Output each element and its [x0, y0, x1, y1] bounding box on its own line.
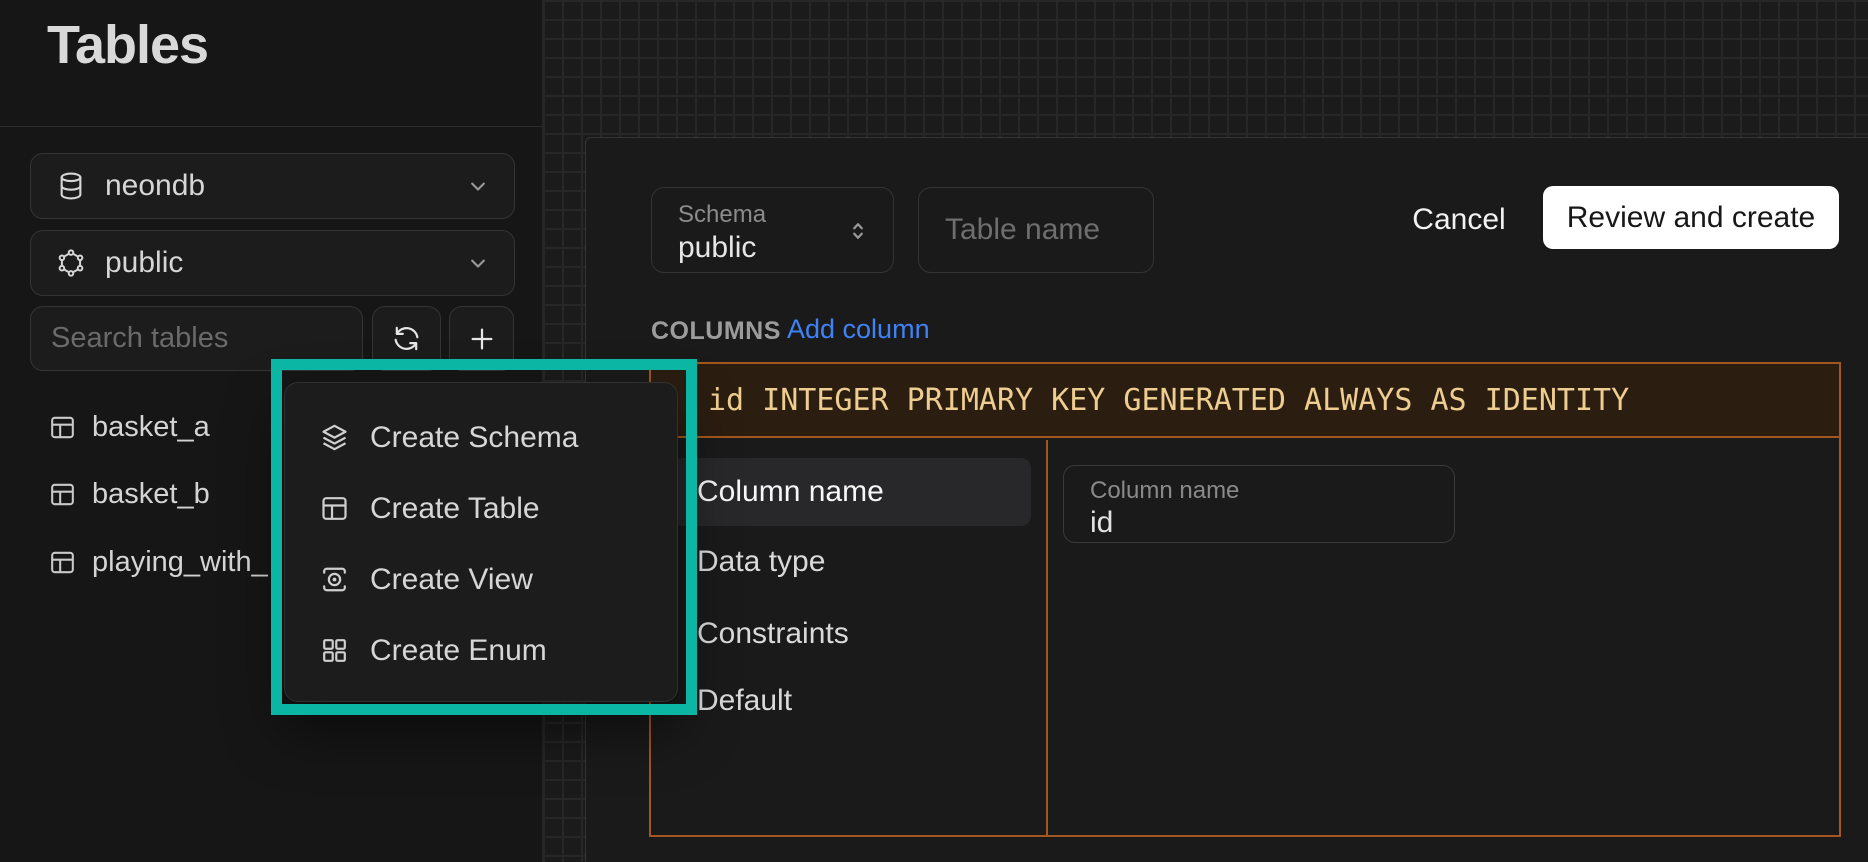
cancel-button[interactable]: Cancel [1404, 198, 1514, 242]
menu-item-create-enum[interactable]: Create Enum [285, 615, 677, 686]
enum-grid-icon [318, 634, 351, 667]
create-menu: Create Schema Create Table Create View [284, 382, 678, 702]
database-icon [55, 170, 87, 202]
menu-item-label: Create Schema [370, 421, 578, 455]
menu-item-create-schema[interactable]: Create Schema [285, 402, 677, 473]
schema-select-label: Schema [678, 201, 766, 229]
add-column-link[interactable]: Add column [787, 314, 930, 345]
columns-heading: COLUMNS [651, 317, 781, 346]
column-tab-data-type[interactable]: Data type [673, 528, 1031, 596]
view-icon [318, 563, 351, 596]
table-icon [47, 412, 78, 443]
column-tab-default[interactable]: Default [673, 667, 1031, 735]
table-name-label: basket_a [92, 411, 210, 444]
menu-item-create-view[interactable]: Create View [285, 544, 677, 615]
database-select[interactable]: neondb [30, 153, 515, 219]
create-object-button[interactable] [449, 306, 514, 371]
column-name-field-value: id [1090, 506, 1113, 540]
menu-item-label: Create View [370, 563, 533, 597]
table-icon [318, 492, 351, 525]
column-sql-text: id INTEGER PRIMARY KEY GENERATED ALWAYS … [708, 383, 1629, 418]
column-name-field-label: Column name [1090, 477, 1239, 505]
column-sql-row[interactable]: id INTEGER PRIMARY KEY GENERATED ALWAYS … [651, 364, 1839, 438]
table-name-label: playing_with_ [92, 546, 268, 579]
column-tab-name[interactable]: Column name [673, 458, 1031, 526]
table-icon [47, 547, 78, 578]
schema-select[interactable]: Schema public [651, 187, 894, 273]
sidebar-divider [0, 126, 543, 127]
column-name-field[interactable]: Column name id [1063, 465, 1455, 543]
plus-icon [466, 323, 498, 355]
layers-icon [318, 421, 351, 454]
schema-icon [55, 247, 87, 279]
table-editor-panel: Schema public Cancel Review and create C… [585, 137, 1868, 862]
table-icon [47, 479, 78, 510]
column-editor-card: id INTEGER PRIMARY KEY GENERATED ALWAYS … [649, 362, 1841, 837]
app-window: Schema public Cancel Review and create C… [0, 0, 1868, 862]
refresh-button[interactable] [372, 306, 441, 371]
sidebar-schema-select-value: public [105, 246, 464, 280]
chevron-down-icon [464, 172, 492, 200]
review-and-create-button[interactable]: Review and create [1543, 186, 1839, 249]
schema-select-value: public [678, 231, 756, 265]
search-tables-input[interactable] [30, 306, 363, 371]
database-select-value: neondb [105, 169, 464, 203]
column-tab-constraints[interactable]: Constraints [673, 600, 1031, 668]
table-name-label: basket_b [92, 478, 210, 511]
unfold-chevrons-icon [843, 216, 873, 246]
menu-item-label: Create Table [370, 492, 540, 526]
page-title: Tables [47, 14, 208, 76]
column-editor-divider [1046, 440, 1048, 835]
menu-item-create-table[interactable]: Create Table [285, 473, 677, 544]
table-name-input[interactable] [918, 187, 1154, 273]
chevron-down-icon [464, 249, 492, 277]
menu-item-label: Create Enum [370, 634, 547, 668]
refresh-icon [391, 323, 422, 354]
sidebar-schema-select[interactable]: public [30, 230, 515, 296]
